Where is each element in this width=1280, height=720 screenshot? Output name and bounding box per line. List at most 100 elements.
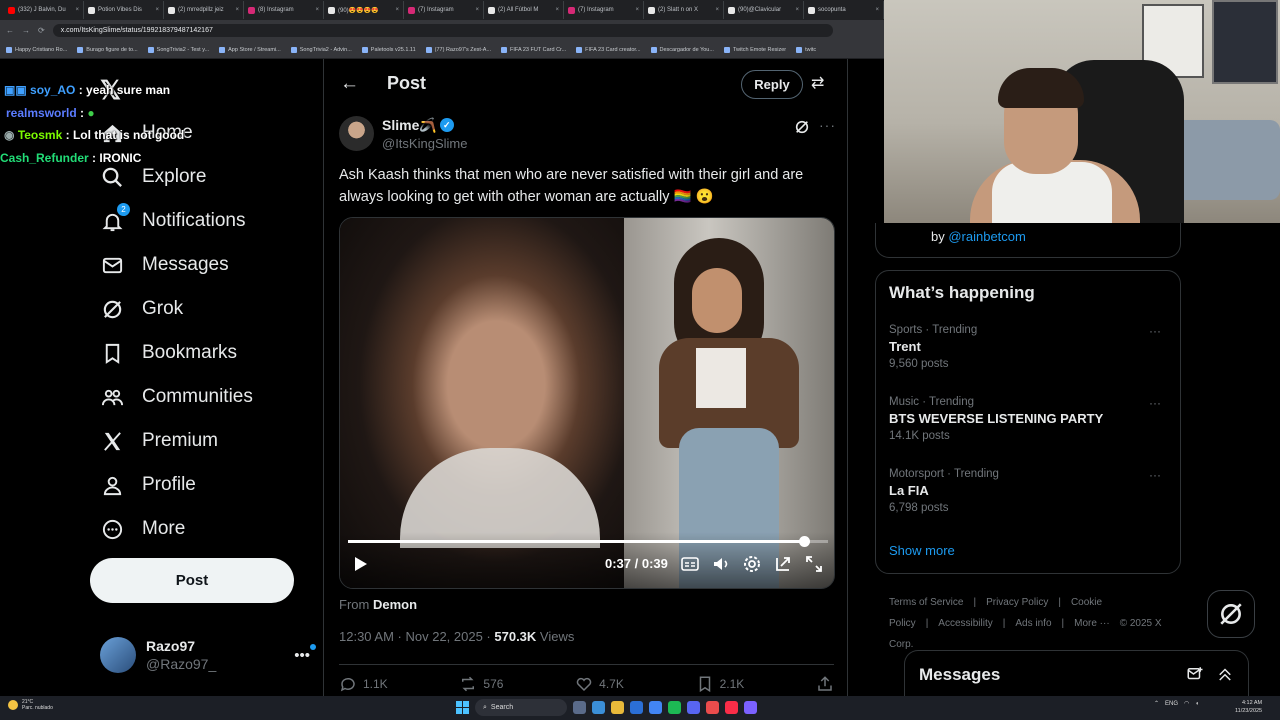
weather-widget[interactable]: 21°C Parc. nublado xyxy=(8,699,53,711)
grok-fab-button[interactable] xyxy=(1207,590,1255,638)
author-handle[interactable]: @ItsKingSlime xyxy=(382,136,467,151)
bookmark-item[interactable]: SongTrivia2 - Test y... xyxy=(147,46,209,53)
trend-more-icon[interactable]: ··· xyxy=(1149,468,1161,482)
browser-tab[interactable]: (2) mrredpillz jeiz × xyxy=(164,1,244,19)
settings-gear-icon[interactable] xyxy=(742,554,762,574)
clock[interactable]: 4:12 AM 11/23/2025 xyxy=(1235,699,1262,715)
tab-close-icon[interactable]: × xyxy=(795,7,799,13)
promo-handle-link[interactable]: @rainbetcom xyxy=(948,229,1026,244)
nav-grok[interactable]: Grok xyxy=(100,297,183,321)
video-source-link[interactable]: Demon xyxy=(373,597,417,612)
chrome-icon[interactable] xyxy=(649,701,662,714)
browser-tab[interactable]: (332) J Balvin, Du × xyxy=(4,1,84,19)
app-icon[interactable] xyxy=(744,701,757,714)
footer-link[interactable]: Terms of Service xyxy=(889,597,963,608)
obs-icon[interactable] xyxy=(706,701,719,714)
bookmark-item[interactable]: Paletools v25.1.11 xyxy=(361,46,416,53)
bookmark-item[interactable]: Descargador de You... xyxy=(650,46,714,53)
nav-notifications[interactable]: 2 Notifications xyxy=(100,203,246,233)
repost-action[interactable]: 576 xyxy=(459,675,503,693)
trend-item[interactable]: Sports · Trending Trent 9,560 posts ··· xyxy=(889,324,1169,370)
bookmark-item[interactable]: App Store / Streami... xyxy=(219,46,281,53)
nav-bookmarks[interactable]: Bookmarks xyxy=(100,341,237,365)
reload-icon[interactable]: ⟳ xyxy=(38,26,45,35)
tab-close-icon[interactable]: × xyxy=(395,7,399,13)
trend-item[interactable]: Music · Trending BTS WEVERSE LISTENING P… xyxy=(889,396,1169,442)
task-view-icon[interactable] xyxy=(573,701,586,714)
back-nav-icon[interactable]: ← xyxy=(6,26,14,35)
tab-close-icon[interactable]: × xyxy=(315,7,319,13)
like-action[interactable]: 4.7K xyxy=(575,675,624,693)
browser-tab[interactable]: socopunta × xyxy=(804,1,884,19)
footer-link[interactable]: Ads info xyxy=(1015,618,1051,629)
expand-up-icon[interactable] xyxy=(1216,665,1234,683)
author-display-name[interactable]: Slime🪃 xyxy=(382,117,437,134)
account-more-icon[interactable]: ••• xyxy=(294,643,316,664)
video-player[interactable]: 0:37 / 0:39 xyxy=(339,217,835,589)
nav-profile[interactable]: Profile xyxy=(100,473,196,497)
nav-premium[interactable]: Premium xyxy=(100,429,218,453)
show-more-link[interactable]: Show more xyxy=(889,543,955,558)
browser-tab[interactable]: (2) All Fútbol M × xyxy=(484,1,564,19)
bookmark-item[interactable]: (77) Razo97's Zest-A... xyxy=(425,46,491,53)
pip-icon[interactable] xyxy=(773,554,793,574)
bookmark-item[interactable]: FIFA 23 Card creator... xyxy=(576,46,641,53)
bookmark-item[interactable]: SongTrivia2 - Advin... xyxy=(290,46,352,53)
tab-close-icon[interactable]: × xyxy=(555,7,559,13)
trend-more-icon[interactable]: ··· xyxy=(1149,324,1161,338)
account-switcher[interactable]: Razo97 @Razo97_ ••• xyxy=(100,637,316,673)
new-message-icon[interactable] xyxy=(1186,665,1204,683)
footer-link[interactable]: More ··· xyxy=(1074,618,1110,629)
play-icon[interactable] xyxy=(352,556,368,572)
taskbar-search[interactable]: ⌕ Search xyxy=(475,699,567,716)
bookmark-item[interactable]: FIFA 23 FUT Card Cr... xyxy=(501,46,566,53)
browser-tab[interactable]: (90)@Clavicular × xyxy=(724,1,804,19)
spotify-icon[interactable] xyxy=(668,701,681,714)
volume-icon[interactable] xyxy=(711,554,731,574)
footer-link[interactable]: Accessibility xyxy=(938,618,992,629)
bookmark-action[interactable]: 2.1K xyxy=(696,675,744,693)
edge-icon[interactable] xyxy=(592,701,605,714)
store-icon[interactable] xyxy=(630,701,643,714)
post-button[interactable]: Post xyxy=(90,558,294,603)
sliders-icon[interactable]: ⇄ xyxy=(811,73,824,93)
tab-close-icon[interactable]: × xyxy=(75,7,79,13)
music-icon[interactable] xyxy=(725,701,738,714)
reply-action[interactable]: 1.1K xyxy=(339,675,388,693)
post-more-icon[interactable]: ··· xyxy=(819,117,836,133)
browser-tab[interactable]: (2) Slatt n on X × xyxy=(644,1,724,19)
progress-scrubber[interactable] xyxy=(798,536,810,547)
nav-explore[interactable]: Explore xyxy=(100,165,206,189)
grok-explain-icon[interactable] xyxy=(794,119,810,135)
browser-tab[interactable]: Potion Vibes Dis × xyxy=(84,1,164,19)
trend-more-icon[interactable]: ··· xyxy=(1149,396,1161,410)
messages-drawer[interactable]: Messages xyxy=(904,650,1249,700)
post-author[interactable]: Slime🪃 ✓ @ItsKingSlime xyxy=(339,116,467,151)
back-arrow-icon[interactable]: ← xyxy=(340,73,359,95)
browser-tab[interactable]: (7) Instagram × xyxy=(564,1,644,19)
share-action[interactable] xyxy=(816,675,834,693)
nav-messages[interactable]: Messages xyxy=(100,253,229,277)
tab-close-icon[interactable]: × xyxy=(875,7,879,13)
post-timestamp[interactable]: 12:30 AM · Nov 22, 2025 · xyxy=(339,629,494,644)
browser-tab[interactable]: (7) Instagram × xyxy=(404,1,484,19)
bookmark-item[interactable]: Burago figure de to... xyxy=(77,46,138,53)
url-field[interactable]: x.com/ItsKingSlime/status/19921837948714… xyxy=(52,24,833,37)
system-tray[interactable]: ⌃ ENG ◠ ◖ xyxy=(1154,700,1199,708)
start-button[interactable] xyxy=(456,701,469,714)
tab-close-icon[interactable]: × xyxy=(715,7,719,13)
footer-link[interactable]: Privacy Policy xyxy=(986,597,1048,608)
nav-more[interactable]: More xyxy=(100,517,185,541)
trend-item[interactable]: Motorsport · Trending La FIA 6,798 posts… xyxy=(889,468,1169,514)
fullscreen-icon[interactable] xyxy=(804,554,824,574)
tab-close-icon[interactable]: × xyxy=(635,7,639,13)
forward-nav-icon[interactable]: → xyxy=(22,26,30,35)
bookmark-item[interactable]: Happy Cristiano Ro... xyxy=(6,46,67,53)
tab-close-icon[interactable]: × xyxy=(235,7,239,13)
file-explorer-icon[interactable] xyxy=(611,701,624,714)
tab-close-icon[interactable]: × xyxy=(475,7,479,13)
video-progress-bar[interactable] xyxy=(348,536,828,547)
nav-communities[interactable]: Communities xyxy=(100,385,253,409)
bookmark-item[interactable]: twitc xyxy=(796,46,816,53)
bookmark-item[interactable]: Twitch Emote Resizer xyxy=(723,46,786,53)
